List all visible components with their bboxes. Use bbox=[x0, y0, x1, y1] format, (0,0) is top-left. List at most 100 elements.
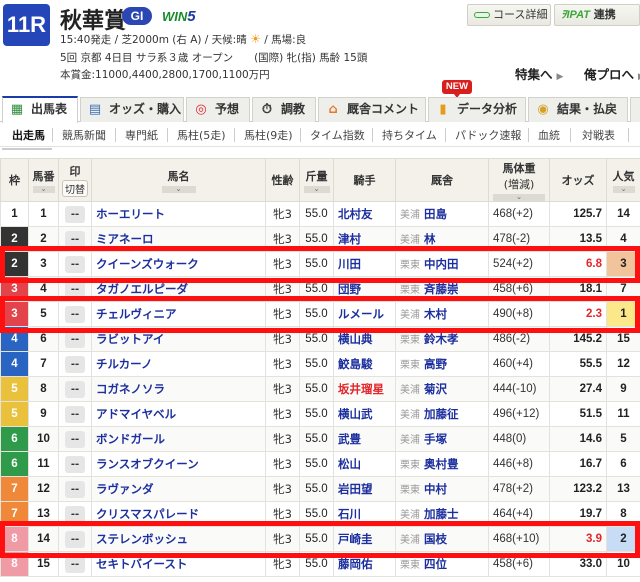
mark-select-button[interactable]: -- bbox=[65, 405, 85, 423]
subtab-past5[interactable]: 馬柱(5走) bbox=[177, 127, 226, 143]
subtab-past9[interactable]: 馬柱(9走) bbox=[244, 127, 293, 143]
trainer-link[interactable]: 加藤士 bbox=[424, 507, 459, 521]
sort-chevron-icon[interactable]: ⌄ bbox=[161, 185, 196, 193]
subtab-time-index[interactable]: タイム指数 bbox=[310, 127, 365, 143]
jockey-link[interactable]: 岩田望 bbox=[333, 476, 396, 502]
jockey-link[interactable]: 鮫島駿 bbox=[333, 351, 396, 377]
horse-name-link[interactable]: タガノエルピーダ bbox=[91, 276, 266, 302]
trainer-link[interactable]: 手塚 bbox=[424, 432, 447, 446]
tab-more[interactable] bbox=[630, 97, 640, 122]
mark-select-button[interactable]: -- bbox=[65, 330, 85, 348]
horse-name-link[interactable]: ホーエリート bbox=[91, 201, 266, 227]
mark-select-button[interactable]: -- bbox=[65, 480, 85, 498]
race-track-condition: / 馬場:良 bbox=[264, 34, 307, 46]
horse-name-link[interactable]: クリスマスパレード bbox=[91, 501, 266, 527]
subtab-best-time[interactable]: 持ちタイム bbox=[382, 127, 437, 143]
win5-logo[interactable]: WIN5 bbox=[162, 8, 196, 25]
trainer-link[interactable]: 中村 bbox=[424, 482, 447, 496]
tab-data-analysis[interactable]: ▮ データ分析 bbox=[428, 97, 526, 122]
mark-select-button[interactable]: -- bbox=[65, 280, 85, 298]
subtab-specialist-paper[interactable]: 専門紙 bbox=[125, 127, 158, 143]
horse-name-link[interactable]: クイーンズウォーク bbox=[91, 251, 266, 277]
jockey-link[interactable]: 坂井瑠星 bbox=[333, 376, 396, 402]
jockey-link[interactable]: 団野 bbox=[333, 276, 396, 302]
header-bodyweight[interactable]: 馬体重 (増減) ⌄ bbox=[488, 158, 550, 202]
jockey-link[interactable]: ルメール bbox=[333, 301, 396, 327]
mark-select-button[interactable]: -- bbox=[65, 530, 85, 548]
jockey-link[interactable]: 横山武 bbox=[333, 401, 396, 427]
sort-chevron-icon[interactable]: ⌄ bbox=[32, 185, 55, 193]
trainer-link[interactable]: 林 bbox=[424, 232, 436, 246]
tab-odds-purchase[interactable]: ▤ オッズ・購入 bbox=[80, 97, 184, 122]
horse-name-link[interactable]: チルカーノ bbox=[91, 351, 266, 377]
mark-select-button[interactable]: -- bbox=[65, 505, 85, 523]
horse-name-link[interactable]: ラヴァンダ bbox=[91, 476, 266, 502]
trainer-link[interactable]: 四位 bbox=[424, 557, 447, 571]
subtab-paddock[interactable]: パドック速報 bbox=[455, 127, 521, 143]
trainer-link[interactable]: 木村 bbox=[424, 307, 447, 321]
subtab-pedigree[interactable]: 血統 bbox=[538, 127, 560, 143]
horse-name-link[interactable]: ラビットアイ bbox=[91, 326, 266, 352]
jockey-link[interactable]: 横山典 bbox=[333, 326, 396, 352]
sort-chevron-icon[interactable]: ⌄ bbox=[493, 193, 545, 201]
horse-name-link[interactable]: コガネノソラ bbox=[91, 376, 266, 402]
sort-chevron-icon[interactable]: ⌄ bbox=[612, 185, 635, 193]
trainer-link[interactable]: 菊沢 bbox=[424, 382, 447, 396]
mark-select-button[interactable]: -- bbox=[65, 230, 85, 248]
mark-select-button[interactable]: -- bbox=[65, 305, 85, 323]
horse-name-link[interactable]: セキトバイースト bbox=[91, 551, 266, 577]
jockey-link[interactable]: 武豊 bbox=[333, 426, 396, 452]
tab-training[interactable]: ⏱ 調教 bbox=[252, 97, 316, 122]
mark-select-button[interactable]: -- bbox=[65, 355, 85, 373]
mark-select-button[interactable]: -- bbox=[65, 380, 85, 398]
mark-cell: -- bbox=[58, 326, 92, 352]
trainer-link[interactable]: 高野 bbox=[424, 357, 447, 371]
jockey-link[interactable]: 戸崎圭 bbox=[333, 526, 396, 552]
stable-cell: 栗東 中村 bbox=[395, 476, 489, 502]
trainer-link[interactable]: 田島 bbox=[424, 207, 447, 221]
horse-name-link[interactable]: チェルヴィニア bbox=[91, 301, 266, 327]
mark-select-button[interactable]: -- bbox=[65, 455, 85, 473]
header-sublabel: (増減) bbox=[503, 177, 535, 191]
jockey-link[interactable]: 松山 bbox=[333, 451, 396, 477]
subtab-matchup[interactable]: 対戦表 bbox=[582, 127, 615, 143]
jockey-link[interactable]: 津村 bbox=[333, 226, 396, 252]
tab-stable-comment[interactable]: ⌂ 厩舎コメント bbox=[318, 97, 426, 122]
jockey-link[interactable]: 藤岡佑 bbox=[333, 551, 396, 577]
mark-select-button[interactable]: -- bbox=[65, 555, 85, 573]
header-horse[interactable]: 馬名 ⌄ bbox=[91, 158, 266, 202]
course-detail-button[interactable]: コース詳細 bbox=[467, 4, 551, 26]
horse-name-link[interactable]: ミアネーロ bbox=[91, 226, 266, 252]
subtab-entries[interactable]: 出走馬 bbox=[12, 127, 45, 143]
sort-chevron-icon[interactable]: ⌄ bbox=[303, 185, 330, 193]
header-umaban[interactable]: 馬番 ⌄ bbox=[28, 158, 59, 202]
entries-table: 枠 馬番 ⌄ 印切替 馬名 ⌄ 性齢 斤量 ⌄ 騎手 厩舎 馬体重 (増減) ⌄ オッズ … bbox=[0, 158, 640, 577]
trainer-link[interactable]: 国枝 bbox=[424, 532, 447, 546]
mark-switch-button[interactable]: 切替 bbox=[62, 180, 88, 197]
ipat-link-button[interactable]: ｦIPAT 連携 bbox=[554, 4, 640, 26]
mark-select-button[interactable]: -- bbox=[65, 205, 85, 223]
orepro-link[interactable]: 俺プロへ▶ bbox=[584, 64, 640, 83]
trainer-link[interactable]: 中内田 bbox=[424, 257, 459, 271]
horse-name-link[interactable]: ランスオブクイーン bbox=[91, 451, 266, 477]
horse-name-link[interactable]: ステレンボッシュ bbox=[91, 526, 266, 552]
trainer-link[interactable]: 加藤征 bbox=[424, 407, 459, 421]
jockey-link[interactable]: 石川 bbox=[333, 501, 396, 527]
jockey-link[interactable]: 川田 bbox=[333, 251, 396, 277]
horse-name-link[interactable]: アドマイヤベル bbox=[91, 401, 266, 427]
horse-name-link[interactable]: ボンドガール bbox=[91, 426, 266, 452]
mark-select-button[interactable]: -- bbox=[65, 255, 85, 273]
mark-select-button[interactable]: -- bbox=[65, 430, 85, 448]
trainer-link[interactable]: 鈴木孝 bbox=[424, 332, 459, 346]
trainer-link[interactable]: 斉藤崇 bbox=[424, 282, 459, 296]
tab-entries[interactable]: ▦ 出馬表 bbox=[2, 96, 78, 123]
special-feature-link[interactable]: 特集へ ▶ bbox=[515, 64, 563, 83]
subtab-newspaper[interactable]: 競馬新聞 bbox=[62, 127, 106, 143]
header-popularity[interactable]: 人気 ⌄ bbox=[606, 158, 640, 202]
trainer-link[interactable]: 奥村豊 bbox=[424, 457, 459, 471]
jockey-link[interactable]: 北村友 bbox=[333, 201, 396, 227]
tab-results-payout[interactable]: ◉ 結果・払戻 bbox=[528, 97, 628, 122]
popularity-cell: 5 bbox=[606, 426, 640, 452]
header-weight[interactable]: 斤量 ⌄ bbox=[299, 158, 334, 202]
tab-prediction[interactable]: ◎ 予想 bbox=[186, 97, 250, 122]
